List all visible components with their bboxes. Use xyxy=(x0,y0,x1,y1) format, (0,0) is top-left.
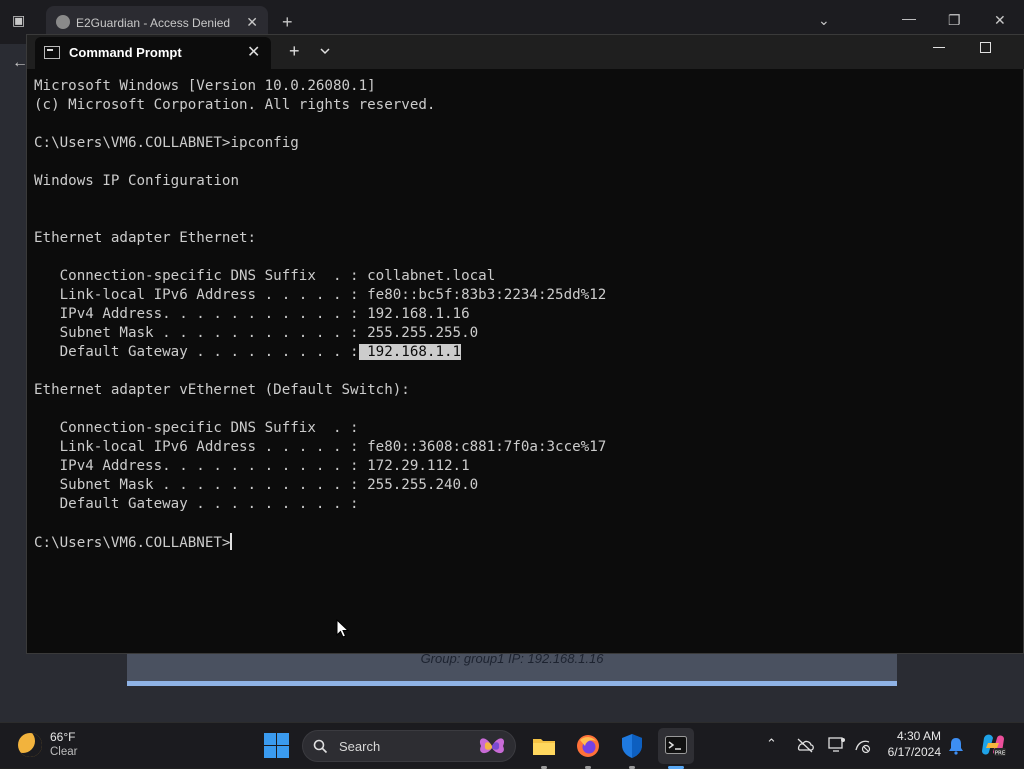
terminal-line: Connection-specific DNS Suffix . : colla… xyxy=(34,268,496,284)
network-disconnected-icon[interactable] xyxy=(854,736,872,754)
terminal-line: IPv4 Address. . . . . . . . . . . : 192.… xyxy=(34,306,470,322)
terminal-window[interactable]: Command Prompt ✕ + Microsoft Windows [Ve… xyxy=(26,34,1024,654)
browser-new-tab-icon[interactable]: + xyxy=(282,12,293,33)
maximize-icon[interactable] xyxy=(980,42,991,53)
close-tab-icon[interactable]: ✕ xyxy=(247,42,260,62)
gateway-line: Default Gateway . . . . . . . . . : 192.… xyxy=(34,343,1024,362)
text-caret xyxy=(230,533,233,550)
minimize-icon[interactable] xyxy=(933,47,945,48)
new-tab-icon[interactable]: + xyxy=(289,41,300,62)
terminal-titlebar[interactable]: Command Prompt ✕ + xyxy=(27,35,1024,69)
terminal-line: Microsoft Windows [Version 10.0.26080.1] xyxy=(34,78,376,94)
terminal-line: Windows IP Configuration xyxy=(34,173,239,189)
browser-tab-title: E2Guardian - Access Denied xyxy=(76,16,231,30)
access-denied-card: Group: group1 IP: 192.168.1.16 xyxy=(127,652,897,686)
command-prompt-icon xyxy=(44,46,60,59)
terminal-icon xyxy=(665,736,687,754)
gateway-value-selected: 192.168.1.1 xyxy=(358,344,462,360)
terminal-line: Subnet Mask . . . . . . . . . . . : 255.… xyxy=(34,477,479,493)
windows-security-button[interactable] xyxy=(614,728,650,769)
terminal-line: Link-local IPv6 Address . . . . . : fe80… xyxy=(34,439,607,455)
browser-minimize-icon[interactable]: — xyxy=(902,10,916,26)
browser-restore-icon[interactable]: ❐ xyxy=(948,12,961,29)
terminal-output[interactable]: Microsoft Windows [Version 10.0.26080.1]… xyxy=(27,69,1024,655)
weather-condition[interactable]: Clear xyxy=(50,746,77,758)
terminal-line: Link-local IPv6 Address . . . . . : fe80… xyxy=(34,287,607,303)
site-favicon-icon xyxy=(56,15,70,29)
prompt-line[interactable]: C:\Users\VM6.COLLABNET> xyxy=(34,533,1024,552)
terminal-line: C:\Users\VM6.COLLABNET>ipconfig xyxy=(34,135,299,151)
moon-weather-icon[interactable] xyxy=(18,733,42,757)
chevron-down-icon[interactable] xyxy=(319,45,331,57)
terminal-button[interactable] xyxy=(658,728,694,769)
search-icon xyxy=(313,739,328,754)
terminal-tab-title: Command Prompt xyxy=(69,45,182,60)
terminal-line: Connection-specific DNS Suffix . : xyxy=(34,420,359,436)
taskbar: 66°F Clear Search ⌃ 4:30 AM 6/17/2024 PR… xyxy=(0,722,1024,769)
tab-list-chevron-icon[interactable]: ⌄ xyxy=(818,12,830,29)
firefox-icon xyxy=(577,735,599,757)
copilot-icon[interactable]: PRE xyxy=(980,732,1006,758)
browser-close-icon[interactable]: ✕ xyxy=(994,12,1006,29)
weather-temperature[interactable]: 66°F xyxy=(50,730,75,744)
close-tab-icon[interactable]: ✕ xyxy=(246,14,258,31)
firefox-button[interactable] xyxy=(570,728,606,769)
clock-date[interactable]: 6/17/2024 xyxy=(881,745,941,759)
terminal-line: Ethernet adapter vEthernet (Default Swit… xyxy=(34,382,410,398)
command-prompt: C:\Users\VM6.COLLABNET> xyxy=(34,535,231,551)
onedrive-offline-icon[interactable] xyxy=(795,737,815,753)
shield-icon xyxy=(622,734,642,758)
start-button[interactable] xyxy=(264,733,290,759)
clock-time[interactable]: 4:30 AM xyxy=(893,729,941,743)
svg-text:PRE: PRE xyxy=(995,751,1006,757)
tab-actions-icon[interactable]: ▣ xyxy=(12,12,25,29)
notification-bell-icon[interactable] xyxy=(948,737,964,755)
terminal-line: (c) Microsoft Corporation. All rights re… xyxy=(34,97,436,113)
taskbar-search-box[interactable]: Search xyxy=(302,730,516,762)
file-explorer-button[interactable] xyxy=(526,728,562,769)
search-placeholder: Search xyxy=(339,739,381,754)
terminal-tab[interactable]: Command Prompt ✕ xyxy=(35,37,271,69)
folder-icon xyxy=(533,739,555,755)
terminal-line: Default Gateway . . . . . . . . . : xyxy=(34,496,359,512)
gateway-label: Default Gateway . . . . . . . . . : xyxy=(34,344,359,360)
butterfly-search-highlight-icon xyxy=(479,738,505,754)
terminal-line: Ethernet adapter Ethernet: xyxy=(34,230,257,246)
show-hidden-icons-chevron-icon[interactable]: ⌃ xyxy=(766,736,777,752)
display-icon[interactable] xyxy=(828,736,846,754)
mouse-pointer-icon xyxy=(336,619,350,638)
terminal-line: IPv4 Address. . . . . . . . . . . : 172.… xyxy=(34,458,470,474)
terminal-line: Subnet Mask . . . . . . . . . . . : 255.… xyxy=(34,325,479,341)
